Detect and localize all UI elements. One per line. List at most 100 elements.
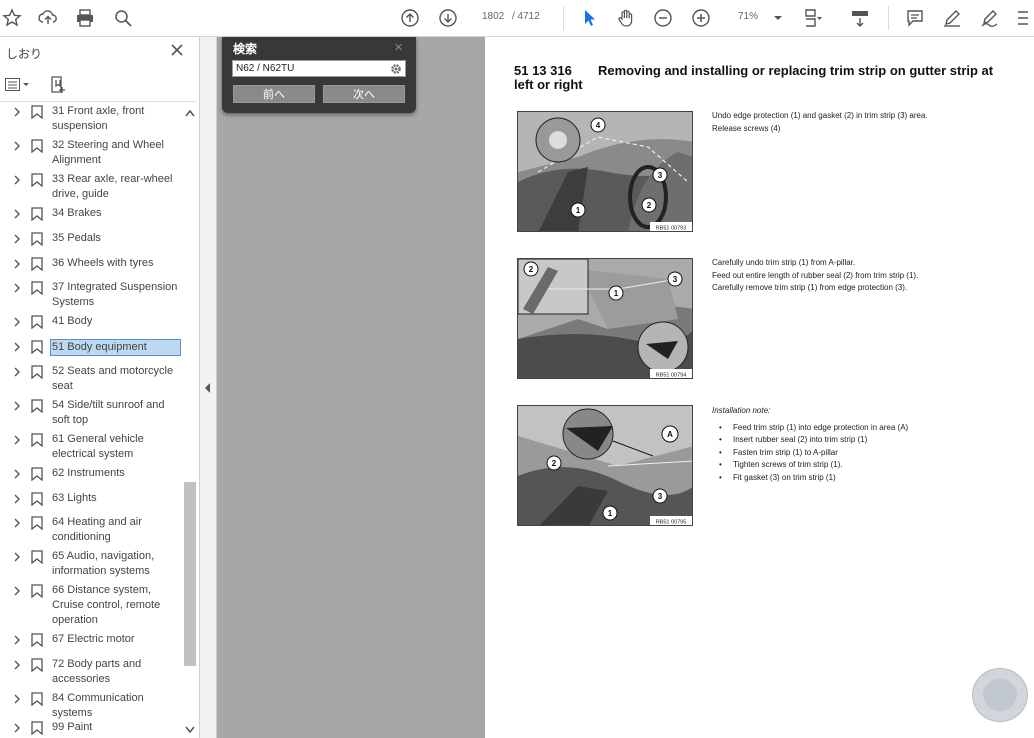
chevron-right-icon[interactable] [12,552,22,562]
installation-note-heading: Installation note: [712,406,771,415]
scroll-mode-icon[interactable] [848,6,872,30]
page-display-icon[interactable] [801,6,825,30]
scrollbar-thumb[interactable] [184,482,196,666]
bookmark-label: 36 Wheels with tyres [52,257,154,269]
comment-icon[interactable] [903,6,927,30]
hand-tool-icon[interactable] [614,6,638,30]
bookmark-icon [31,633,43,647]
find-previous-button[interactable]: 前へ [233,85,315,103]
callout-label: 3 [658,171,663,180]
chevron-right-icon[interactable] [12,209,22,219]
step-3-instructions: Installation note: Feed trim strip (1) i… [712,405,1012,484]
chevron-right-icon[interactable] [12,234,22,244]
bookmark-label: 84 Communication systems [52,692,144,719]
bookmark-icon [31,584,43,598]
bullet-item: Feed trim strip (1) into edge protection… [712,422,1012,435]
document-canvas-background [217,37,485,738]
sign-icon[interactable] [978,6,1002,30]
zoom-search-icon[interactable] [111,6,135,30]
floating-action-button[interactable] [972,668,1028,722]
panel-splitter[interactable] [200,37,217,738]
select-cursor-icon[interactable] [577,6,601,30]
bookmark-icon [31,365,43,379]
bookmark-icon [31,340,43,354]
chevron-right-icon[interactable] [12,635,22,645]
close-icon[interactable] [170,43,184,57]
bookmark-icon [31,721,43,735]
zoom-dropdown-chevron-icon[interactable] [766,6,790,30]
chevron-right-icon[interactable] [12,107,22,117]
scroll-up-icon[interactable] [185,109,195,117]
chevron-right-icon[interactable] [12,494,22,504]
bookmark-label: 32 Steering and Wheel Alignment [52,139,164,166]
bookmark-label: 72 Body parts and accessories [52,658,142,685]
chevron-right-icon[interactable] [12,317,22,327]
zoom-in-icon[interactable] [689,6,713,30]
bookmarks-panel: しおり 31 Front axle, front suspension 32 St… [0,37,200,738]
more-tools-icon[interactable] [1014,6,1034,30]
bookmark-icon [31,139,43,153]
callout-label: 2 [552,459,557,468]
bookmark-label: 35 Pedals [52,232,101,244]
bookmark-label: 65 Audio, navigation, information system… [52,550,155,577]
bookmark-label: 99 Paint [52,721,93,733]
chevron-right-icon[interactable] [12,723,22,733]
instruction-line: Undo edge protection (1) and gasket (2) … [712,111,928,120]
gear-icon[interactable] [390,63,402,75]
bookmark-label: 41 Body [52,315,93,327]
zoom-level-select[interactable]: 71% [738,11,758,22]
chevron-right-icon[interactable] [12,259,22,269]
chevron-right-icon[interactable] [12,469,22,479]
page-number-input[interactable]: 1802 [482,11,504,22]
bullet-item: Insert rubber seal (2) into trim strip (… [712,434,1012,447]
toolbar-divider [563,6,564,30]
chevron-right-icon[interactable] [12,435,22,445]
options-menu-icon[interactable] [5,78,31,97]
bullet-item: Tighten screws of trim strip (1). [712,459,1012,472]
bookmark-label: 31 Front axle, front suspension [52,105,145,132]
bookmark-scrollbar[interactable] [184,104,196,738]
chevron-right-icon[interactable] [12,694,22,704]
bookmark-tools [0,73,200,99]
instruction-line: Feed out entire length of rubber seal (2… [712,270,919,280]
bookmark-icon [31,105,43,119]
figure-code: RB51 00793 [656,226,687,232]
chevron-right-icon[interactable] [12,586,22,596]
instruction-line: Carefully remove trim strip (1) from edg… [712,283,908,292]
section-heading: 51 13 316 Removing and installing or repl… [514,64,1004,92]
collapse-panel-icon[interactable] [205,383,211,393]
chevron-right-icon[interactable] [12,175,22,185]
chevron-right-icon[interactable] [12,660,22,670]
chevron-right-icon[interactable] [12,518,22,528]
print-icon[interactable] [73,6,97,30]
bookmark-star-icon[interactable] [0,6,24,30]
callout-label: 3 [658,492,663,501]
find-close-icon[interactable]: ✕ [394,41,403,54]
highlight-pen-icon[interactable] [940,6,964,30]
scroll-down-icon[interactable] [185,726,195,734]
zoom-out-icon[interactable] [651,6,675,30]
bookmark-label: 51 Body equipment [50,339,181,356]
bookmark-icon [31,232,43,246]
chevron-right-icon[interactable] [12,141,22,151]
chevron-right-icon[interactable] [12,401,22,411]
bookmark-label: 64 Heating and air conditioning [52,516,142,543]
section-number: 51 13 316 [514,63,572,78]
bullet-item: Fit gasket (3) on trim strip (1) [712,472,1012,485]
chevron-right-icon[interactable] [12,342,22,352]
figure-2-photo: 2 1 3 RB51 00794 [517,258,693,379]
new-bookmark-icon[interactable] [50,76,66,99]
chevron-right-icon[interactable] [12,283,22,293]
bookmark-icon [31,399,43,413]
find-input[interactable]: N62 / N62TU [232,60,406,77]
previous-page-icon[interactable] [398,6,422,30]
bookmark-icon [31,433,43,447]
upload-icon[interactable] [36,6,60,30]
find-next-button[interactable]: 次へ [323,85,405,103]
bookmark-label: 33 Rear axle, rear-wheel drive, guide [52,173,173,200]
chevron-right-icon[interactable] [12,367,22,377]
bookmark-icon [31,550,43,564]
next-page-icon[interactable] [436,6,460,30]
bookmark-label: 67 Electric motor [52,633,135,645]
bookmark-icon [31,516,43,530]
